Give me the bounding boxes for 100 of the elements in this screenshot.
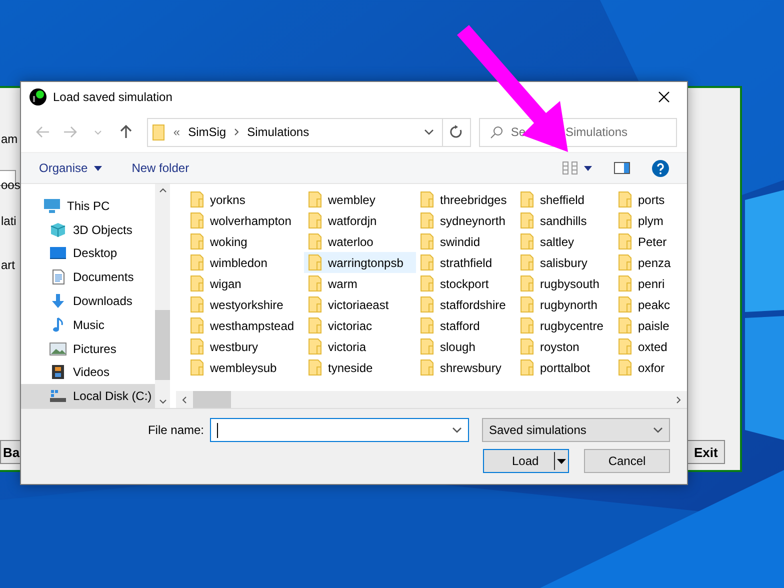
file-type-dropdown[interactable]: Saved simulations bbox=[482, 418, 670, 442]
label-text: oos bbox=[1, 178, 20, 192]
folder-item[interactable]: watfordjn bbox=[304, 210, 416, 231]
folder-item[interactable]: rugbysouth bbox=[516, 273, 614, 294]
search-field[interactable]: Se Simulations bbox=[478, 118, 677, 146]
grid-view-icon bbox=[562, 161, 578, 175]
folder-item[interactable]: stafford bbox=[416, 315, 516, 336]
folder-icon bbox=[520, 338, 534, 355]
folder-item[interactable]: warringtonpsb bbox=[304, 252, 416, 273]
folder-item[interactable]: tyneside bbox=[304, 357, 416, 378]
navigation-item[interactable]: This PC bbox=[21, 194, 155, 218]
folder-item[interactable]: saltley bbox=[516, 231, 614, 252]
scroll-thumb[interactable] bbox=[193, 391, 231, 408]
folder-icon bbox=[618, 275, 632, 292]
film-icon bbox=[49, 364, 67, 380]
folder-item[interactable]: westyorkshire bbox=[186, 294, 304, 315]
folder-item[interactable]: staffordshire bbox=[416, 294, 516, 315]
folder-item[interactable]: oxted bbox=[614, 336, 676, 357]
folder-item[interactable]: royston bbox=[516, 336, 614, 357]
chevron-right-icon bbox=[676, 396, 681, 404]
view-options-button[interactable] bbox=[562, 161, 592, 175]
folder-item[interactable]: slough bbox=[416, 336, 516, 357]
cancel-button[interactable]: Cancel bbox=[584, 449, 670, 473]
folder-item[interactable]: shrewsbury bbox=[416, 357, 516, 378]
chevron-down-icon bbox=[424, 129, 434, 135]
monitor-icon bbox=[49, 245, 67, 262]
folder-item[interactable]: westhampstead bbox=[186, 315, 304, 336]
folder-icon bbox=[308, 275, 322, 292]
folder-item[interactable]: ports bbox=[614, 189, 676, 210]
folder-icon bbox=[618, 233, 632, 250]
help-button[interactable] bbox=[652, 160, 669, 176]
folder-icon bbox=[618, 254, 632, 271]
folder-icon bbox=[420, 317, 434, 334]
navigation-item[interactable]: 3D Objects bbox=[21, 218, 155, 242]
folder-item[interactable]: wolverhampton bbox=[186, 210, 304, 231]
folder-item[interactable]: wimbledon bbox=[186, 252, 304, 273]
folder-item[interactable]: wembleysub bbox=[186, 357, 304, 378]
file-name-field[interactable] bbox=[210, 418, 469, 442]
navigation-item[interactable]: Desktop bbox=[21, 242, 155, 266]
signal-app-icon bbox=[29, 88, 47, 106]
folder-item[interactable]: peakc bbox=[614, 294, 676, 315]
exit-button[interactable]: Exit bbox=[687, 440, 725, 464]
folder-item[interactable]: salisbury bbox=[516, 252, 614, 273]
folder-icon bbox=[520, 233, 534, 250]
navigation-item[interactable]: Downloads bbox=[21, 289, 155, 313]
folder-item[interactable]: sandhills bbox=[516, 210, 614, 231]
vertical-scrollbar[interactable] bbox=[155, 184, 170, 408]
breadcrumb-item[interactable]: SimSig bbox=[188, 125, 226, 139]
navigation-item[interactable]: Pictures bbox=[21, 336, 155, 360]
folder-item[interactable]: threebridges bbox=[416, 189, 516, 210]
folder-item[interactable]: rugbycentre bbox=[516, 315, 614, 336]
folder-icon bbox=[618, 338, 632, 355]
drive-icon bbox=[49, 388, 67, 404]
folder-item[interactable]: yorkns bbox=[186, 189, 304, 210]
horizontal-scrollbar[interactable] bbox=[176, 391, 687, 408]
folder-item[interactable]: victoriac bbox=[304, 315, 416, 336]
navigation-item[interactable]: Local Disk (C:) bbox=[21, 384, 155, 408]
folder-item[interactable]: victoria bbox=[304, 336, 416, 357]
navigation-item[interactable]: Videos bbox=[21, 360, 155, 384]
chevron-left-icon bbox=[182, 396, 187, 404]
preview-pane-button[interactable] bbox=[614, 162, 630, 174]
scroll-thumb[interactable] bbox=[155, 310, 170, 380]
folder-item[interactable]: oxfor bbox=[614, 357, 676, 378]
breadcrumb-item[interactable]: Simulations bbox=[247, 125, 310, 139]
window-title: Load saved simulation bbox=[53, 90, 174, 104]
overflow-chevrons[interactable]: « bbox=[173, 125, 180, 139]
folder-item[interactable]: westbury bbox=[186, 336, 304, 357]
folder-item[interactable]: plym bbox=[614, 210, 676, 231]
folder-item[interactable]: penri bbox=[614, 273, 676, 294]
folder-item[interactable]: wigan bbox=[186, 273, 304, 294]
label-text: lati bbox=[1, 214, 16, 228]
chevron-up-icon bbox=[158, 188, 166, 193]
folder-item[interactable]: warm bbox=[304, 273, 416, 294]
folder-icon bbox=[520, 296, 534, 313]
folder-item[interactable]: rugbynorth bbox=[516, 294, 614, 315]
folder-item[interactable]: victoriaeast bbox=[304, 294, 416, 315]
navigation-item[interactable]: Documents bbox=[21, 265, 155, 290]
folder-item[interactable]: porttalbot bbox=[516, 357, 614, 378]
folder-item[interactable]: wembley bbox=[304, 189, 416, 210]
folder-item[interactable]: sydneynorth bbox=[416, 210, 516, 231]
folder-item[interactable]: swindid bbox=[416, 231, 516, 252]
folder-item[interactable]: waterloo bbox=[304, 231, 416, 252]
navigation-item[interactable]: Music bbox=[21, 312, 155, 337]
chevron-down-icon bbox=[158, 399, 166, 404]
computer-icon bbox=[43, 198, 61, 214]
folder-item[interactable]: Peter bbox=[614, 231, 676, 252]
folder-item[interactable]: strathfield bbox=[416, 252, 516, 273]
address-bar[interactable]: « SimSig Simulations bbox=[147, 118, 471, 146]
folder-item[interactable]: sheffield bbox=[516, 189, 614, 210]
folder-icon bbox=[618, 296, 632, 313]
load-button[interactable]: Load bbox=[483, 449, 569, 473]
folder-icon bbox=[520, 359, 534, 376]
folder-icon bbox=[618, 191, 632, 208]
folder-item[interactable]: stockport bbox=[416, 273, 516, 294]
folder-item[interactable]: woking bbox=[186, 231, 304, 252]
organise-menu[interactable]: Organise bbox=[39, 161, 102, 175]
folder-item[interactable]: paisle bbox=[614, 315, 676, 336]
left-arrow-icon bbox=[36, 126, 50, 138]
folder-item[interactable]: penza bbox=[614, 252, 676, 273]
new-folder-button[interactable]: New folder bbox=[132, 161, 190, 175]
